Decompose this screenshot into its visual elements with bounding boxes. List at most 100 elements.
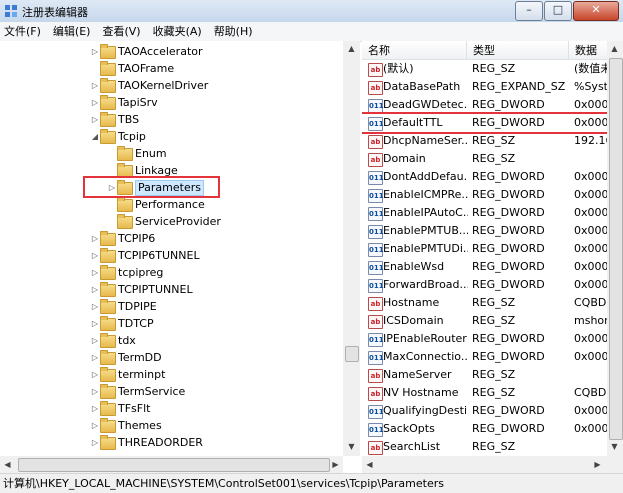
value-row[interactable]: ab SearchList REG_SZ xyxy=(362,438,607,456)
value-type: REG_SZ xyxy=(472,296,516,309)
list-scroll-thumb[interactable] xyxy=(609,58,623,440)
menu-file[interactable]: 文件(F) xyxy=(0,22,47,41)
tree-vertical-scrollbar[interactable]: ▲ ▼ xyxy=(343,41,360,456)
value-row[interactable]: 011EnableWsd REG_DWORD 0x0000 xyxy=(362,258,607,276)
value-row[interactable]: ab Domain REG_SZ xyxy=(362,150,607,168)
expand-arrow-icon[interactable]: ▷ xyxy=(90,247,100,264)
expand-arrow-icon[interactable]: ▷ xyxy=(90,281,100,298)
value-row[interactable]: 011ForwardBroad... REG_DWORD 0x0000 xyxy=(362,276,607,294)
menu-edit[interactable]: 编辑(E) xyxy=(47,22,97,41)
expand-arrow-icon[interactable]: ▷ xyxy=(90,349,100,366)
scroll-up-icon[interactable]: ▲ xyxy=(607,41,622,56)
value-name: (默认) xyxy=(383,62,414,75)
expand-arrow-icon[interactable]: ▷ xyxy=(90,315,100,332)
expand-arrow-icon[interactable]: ▷ xyxy=(90,298,100,315)
value-row[interactable]: abNV Hostname REG_SZ CQBDF xyxy=(362,384,607,402)
list-vertical-scrollbar[interactable]: ▲ ▼ xyxy=(607,41,623,456)
value-data: (数值未 xyxy=(574,62,607,75)
value-row[interactable]: 011EnablePMTUB... REG_DWORD 0x0000 xyxy=(362,222,607,240)
close-button[interactable]: ✕ xyxy=(573,1,619,21)
expand-arrow-icon[interactable]: ▷ xyxy=(90,94,100,111)
expand-arrow-icon[interactable]: ▷ xyxy=(90,77,100,94)
value-row[interactable]: ab NameServer REG_SZ xyxy=(362,366,607,384)
list-horizontal-scrollbar[interactable]: ◀ ▶ xyxy=(362,456,623,473)
folder-icon xyxy=(117,146,133,161)
expand-arrow-icon[interactable]: ▷ xyxy=(90,230,100,247)
value-data: CQBDF xyxy=(574,296,607,309)
value-row[interactable]: abDhcpNameSer... REG_SZ 192.16 xyxy=(362,132,607,150)
scroll-right-icon[interactable]: ▶ xyxy=(328,457,343,472)
string-value-icon: ab xyxy=(368,387,383,401)
value-data: 0x0000 xyxy=(574,278,607,291)
scroll-down-icon[interactable]: ▼ xyxy=(607,439,622,454)
expanded-arrow-icon[interactable]: ◢ xyxy=(90,128,100,145)
value-row[interactable]: 011MaxConnectio... REG_DWORD 0x0000 xyxy=(362,348,607,366)
title-bar: 注册表编辑器 – □ ✕ xyxy=(0,0,623,23)
folder-icon xyxy=(100,435,116,450)
value-row[interactable]: abICSDomain REG_SZ mshon xyxy=(362,312,607,330)
binary-value-icon: 011 xyxy=(368,189,384,203)
binary-value-icon: 011 xyxy=(368,351,384,365)
scroll-right-icon[interactable]: ▶ xyxy=(590,457,605,472)
menu-bar: 文件(F) 编辑(E) 查看(V) 收藏夹(A) 帮助(H) xyxy=(0,22,623,42)
value-type: REG_SZ xyxy=(472,314,516,327)
tree-hscroll-thumb[interactable] xyxy=(18,458,330,472)
value-name: MaxConnectio... xyxy=(383,350,468,363)
tree-horizontal-scrollbar[interactable]: ◀ ▶ xyxy=(0,456,343,473)
value-type: REG_EXPAND_SZ xyxy=(472,80,566,93)
folder-icon xyxy=(100,282,116,297)
key-tree: ▷ TAOAccelerator TAOFrame ▷ TAOKernelDriver ▷… xyxy=(0,41,344,456)
tree-item-label: TAOAccelerator xyxy=(118,45,203,58)
value-row[interactable]: 011EnablePMTUDi... REG_DWORD 0x0000 xyxy=(362,240,607,258)
value-row[interactable]: 011SackOpts REG_DWORD 0x0000 xyxy=(362,420,607,438)
value-row[interactable]: 011DontAddDefau... REG_DWORD 0x0000 xyxy=(362,168,607,186)
tree-scroll-thumb[interactable] xyxy=(345,346,359,362)
scroll-left-icon[interactable]: ◀ xyxy=(362,457,377,472)
registry-editor-icon xyxy=(5,5,17,17)
expand-arrow-icon[interactable]: ▷ xyxy=(90,434,100,451)
value-name: DhcpNameSer... xyxy=(383,134,468,147)
column-header-data[interactable]: 数据 xyxy=(569,41,607,60)
expand-arrow-icon[interactable]: ▷ xyxy=(90,366,100,383)
value-row[interactable]: ab (默认) REG_SZ (数值未 xyxy=(362,60,607,78)
scroll-left-icon[interactable]: ◀ xyxy=(0,457,15,472)
expand-arrow-icon[interactable]: ▷ xyxy=(90,400,100,417)
value-row[interactable]: 011EnableICMPRe... REG_DWORD 0x0000 xyxy=(362,186,607,204)
expand-arrow-icon[interactable]: ▷ xyxy=(90,111,100,128)
binary-value-icon: 011 xyxy=(368,261,384,275)
status-bar: 计算机\HKEY_LOCAL_MACHINE\SYSTEM\ControlSet… xyxy=(0,473,623,493)
expand-arrow-icon[interactable]: ▷ xyxy=(90,417,100,434)
tree-item-label: tdx xyxy=(118,334,136,347)
value-type: REG_DWORD xyxy=(472,188,545,201)
value-type: REG_DWORD xyxy=(472,404,545,417)
value-data: 0x0000 xyxy=(574,206,607,219)
menu-favorites[interactable]: 收藏夹(A) xyxy=(147,22,208,41)
maximize-button[interactable]: □ xyxy=(544,1,572,21)
value-name: NV Hostname xyxy=(383,386,459,399)
value-row[interactable]: abDataBasePath REG_EXPAND_SZ %Syste xyxy=(362,78,607,96)
value-row[interactable]: abHostname REG_SZ CQBDF xyxy=(362,294,607,312)
expand-arrow-icon[interactable]: ▷ xyxy=(90,264,100,281)
value-name: EnablePMTUB... xyxy=(383,224,468,237)
value-row[interactable]: 011EnableIPAutoC... REG_DWORD 0x0000 xyxy=(362,204,607,222)
expand-arrow-icon[interactable]: ▷ xyxy=(90,383,100,400)
string-value-icon: ab xyxy=(368,297,383,311)
column-header-type[interactable]: 类型 xyxy=(467,41,569,60)
value-row[interactable]: 011IPEnableRouter REG_DWORD 0x0000 xyxy=(362,330,607,348)
value-data: 0x0000 xyxy=(574,188,607,201)
tree-item-label: TAOFrame xyxy=(118,62,175,75)
expand-arrow-icon[interactable]: ▷ xyxy=(90,332,100,349)
scroll-up-icon[interactable]: ▲ xyxy=(344,41,359,56)
value-data: %Syste xyxy=(574,80,607,93)
scroll-down-icon[interactable]: ▼ xyxy=(344,439,359,454)
folder-icon xyxy=(100,418,116,433)
string-value-icon: ab xyxy=(368,135,383,149)
tree-item-label: Performance xyxy=(135,198,205,211)
value-name: EnablePMTUDi... xyxy=(383,242,468,255)
expand-arrow-icon[interactable]: ▷ xyxy=(90,43,100,60)
minimize-button[interactable]: – xyxy=(515,1,543,21)
menu-help[interactable]: 帮助(H) xyxy=(208,22,259,41)
column-header-name[interactable]: 名称 xyxy=(362,41,467,60)
value-row[interactable]: 011QualifyingDesti... REG_DWORD 0x0000 xyxy=(362,402,607,420)
menu-view[interactable]: 查看(V) xyxy=(96,22,146,41)
